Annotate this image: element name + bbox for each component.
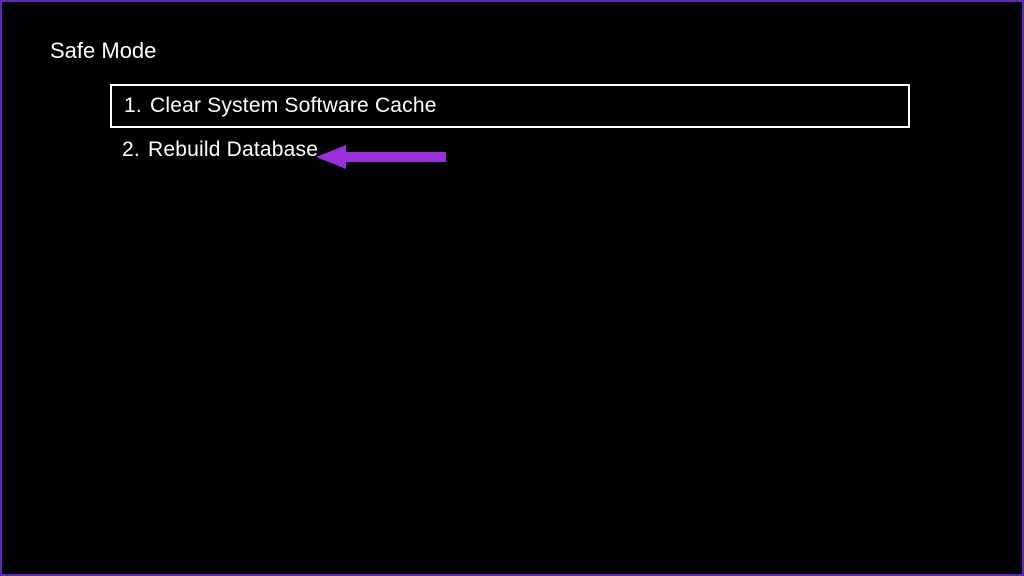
menu-item-label: Clear System Software Cache bbox=[150, 94, 437, 117]
safe-mode-menu: 1. Clear System Software Cache 2. Rebuil… bbox=[110, 84, 910, 172]
menu-item-number: 1. bbox=[124, 94, 142, 118]
menu-item-clear-cache[interactable]: 1. Clear System Software Cache bbox=[110, 84, 910, 128]
menu-item-rebuild-database[interactable]: 2. Rebuild Database bbox=[110, 130, 910, 170]
page-title: Safe Mode bbox=[50, 38, 156, 64]
menu-item-label: Rebuild Database bbox=[148, 138, 318, 161]
menu-item-number: 2. bbox=[122, 138, 140, 162]
